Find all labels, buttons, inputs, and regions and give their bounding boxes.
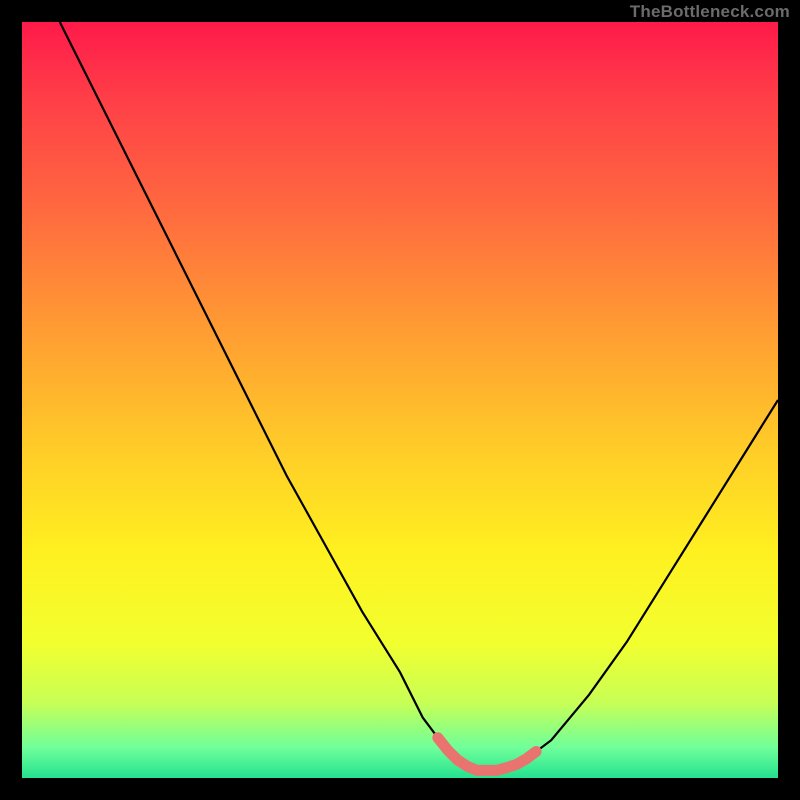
optimal-range-marker xyxy=(438,738,536,771)
curve-layer xyxy=(22,22,778,778)
watermark-text: TheBottleneck.com xyxy=(630,2,790,22)
bottleneck-curve xyxy=(60,22,778,770)
chart-frame: TheBottleneck.com xyxy=(0,0,800,800)
plot-area xyxy=(22,22,778,778)
